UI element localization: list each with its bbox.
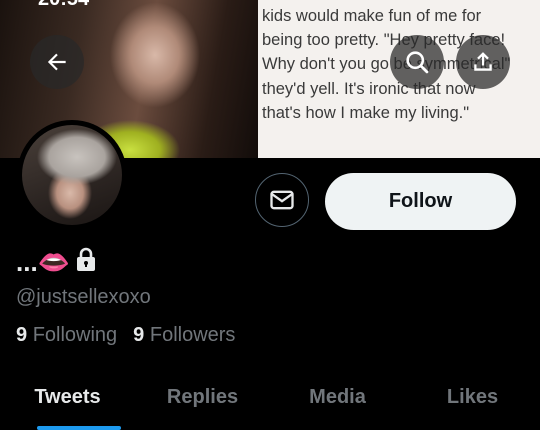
share-icon [474, 52, 492, 71]
followers-count: 9 [133, 324, 145, 346]
message-button[interactable] [255, 173, 309, 227]
profile-handle: @justsellexoxo [16, 286, 151, 308]
share-button[interactable] [456, 35, 510, 89]
display-name: ...👄 [16, 247, 71, 277]
search-button[interactable] [390, 35, 444, 89]
following-count: 9 [16, 324, 28, 346]
display-name-row: ...👄 [16, 246, 98, 279]
search-icon [406, 51, 429, 74]
active-tab-indicator [37, 426, 121, 430]
tab-tweets[interactable]: Tweets [0, 370, 135, 430]
profile-avatar[interactable] [17, 120, 127, 230]
follow-stats: 9 Following 9 Followers [16, 324, 235, 347]
avatar [22, 125, 122, 225]
arrow-left-icon [47, 53, 66, 71]
back-button[interactable] [30, 35, 84, 89]
followers-link[interactable]: 9 Followers [133, 324, 235, 347]
tab-likes[interactable]: Likes [405, 370, 540, 430]
profile-tabs: Tweets Replies Media Likes [0, 370, 540, 430]
mail-icon [270, 190, 294, 210]
status-time: 20:54 [38, 0, 89, 11]
follow-button[interactable]: Follow [325, 173, 516, 230]
followers-label: Followers [149, 324, 236, 346]
following-link[interactable]: 9 Following [16, 324, 117, 347]
tab-replies[interactable]: Replies [135, 370, 270, 430]
lock-icon [74, 246, 98, 279]
tab-media[interactable]: Media [270, 370, 405, 430]
following-label: Following [32, 324, 118, 346]
